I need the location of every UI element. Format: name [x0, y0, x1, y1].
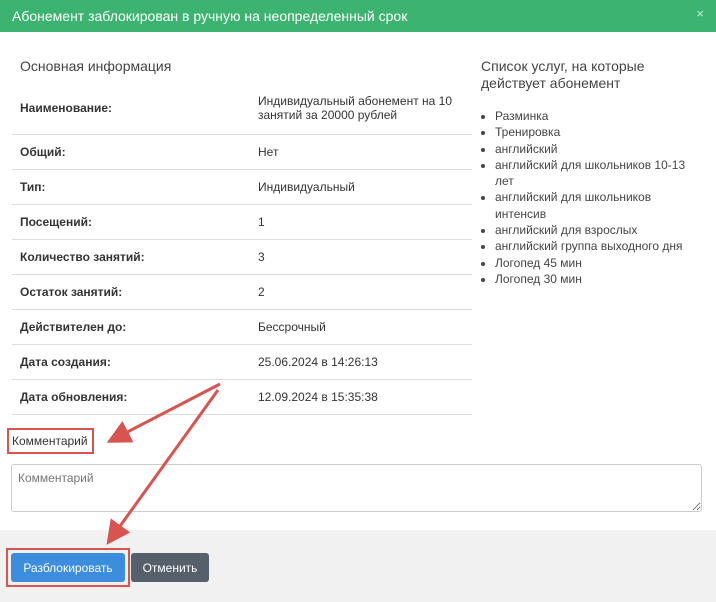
info-row: Количество занятий: 3	[12, 239, 472, 275]
info-row-label: Действителен до:	[12, 309, 250, 345]
service-item: Тренировка	[495, 124, 705, 140]
info-row-value: 25.06.2024 в 14:26:13	[250, 344, 472, 380]
info-row-value: Нет	[250, 134, 472, 170]
service-item: Логопед 30 мин	[495, 271, 705, 287]
info-row-label: Посещений:	[12, 204, 250, 240]
info-row-value: 1	[250, 204, 472, 240]
cancel-button[interactable]: Отменить	[131, 553, 209, 582]
info-row-value: Бессрочный	[250, 309, 472, 345]
info-row-value: 2	[250, 274, 472, 310]
comment-input[interactable]	[11, 464, 702, 512]
comment-label: Комментарий	[7, 428, 94, 454]
service-item: английский для взрослых	[495, 222, 705, 238]
info-section-title: Основная информация	[20, 58, 172, 74]
service-item: Логопед 45 мин	[495, 255, 705, 271]
info-row: Наименование: Индивидуальный абонемент на…	[12, 82, 472, 135]
info-row-value: 3	[250, 239, 472, 275]
info-row-value: Индивидуальный абонемент на 10 занятий з…	[250, 82, 472, 135]
info-row-value: Индивидуальный	[250, 169, 472, 205]
unlock-button[interactable]: Разблокировать	[11, 553, 125, 582]
info-row: Дата создания: 25.06.2024 в 14:26:13	[12, 344, 472, 380]
services-title: Список услуг, на которые действует абоне…	[481, 58, 645, 91]
subscription-modal: Абонемент заблокирован в ручную на неопр…	[0, 0, 716, 602]
info-row-value: 12.09.2024 в 15:35:38	[250, 379, 472, 415]
info-row: Остаток занятий: 2	[12, 274, 472, 310]
modal-header: Абонемент заблокирован в ручную на неопр…	[0, 0, 716, 32]
info-row-label: Дата создания:	[12, 344, 250, 380]
info-table: Наименование: Индивидуальный абонемент на…	[12, 82, 472, 415]
info-row-label: Дата обновления:	[12, 379, 250, 415]
info-row-label: Тип:	[12, 169, 250, 205]
service-item: Разминка	[495, 108, 705, 124]
service-item: английский для школьников интенсив	[495, 189, 705, 222]
info-row-label: Остаток занятий:	[12, 274, 250, 310]
close-icon[interactable]: ×	[696, 6, 704, 21]
service-item: английский	[495, 141, 705, 157]
info-row: Общий: Нет	[12, 134, 472, 170]
info-row: Посещений: 1	[12, 204, 472, 240]
info-row: Дата обновления: 12.09.2024 в 15:35:38	[12, 379, 472, 415]
modal-title: Абонемент заблокирован в ручную на неопр…	[12, 8, 408, 24]
service-item: английский для школьников 10-13 лет	[495, 157, 705, 190]
info-row: Действителен до: Бессрочный	[12, 309, 472, 345]
info-row: Тип: Индивидуальный	[12, 169, 472, 205]
services-list: РазминкаТренировкаанглийскийанглийский д…	[481, 108, 705, 287]
info-row-label: Общий:	[12, 134, 250, 170]
info-row-label: Наименование:	[12, 82, 250, 135]
info-row-label: Количество занятий:	[12, 239, 250, 275]
service-item: английский группа выходного дня	[495, 238, 705, 254]
